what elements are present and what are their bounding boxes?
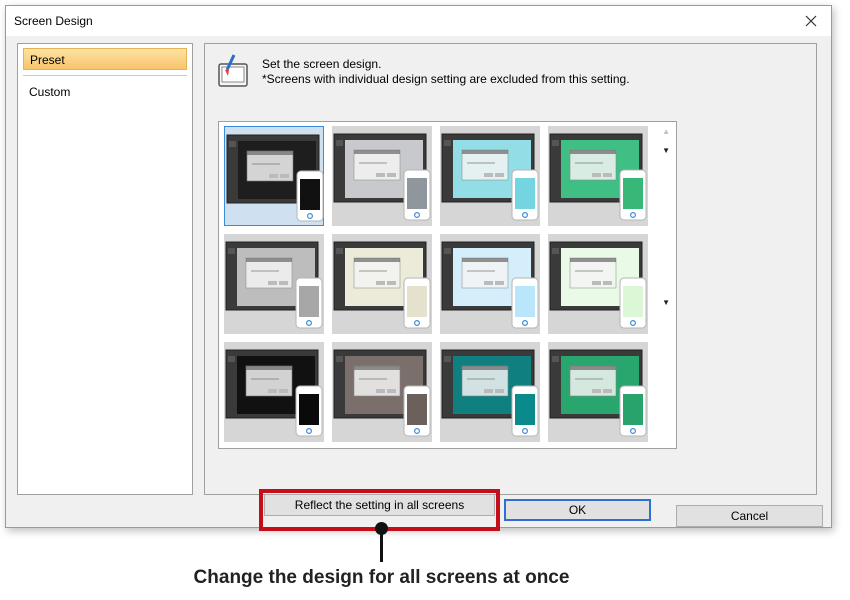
callout-line [380,531,383,562]
screen-design-icon [218,54,248,87]
window-title: Screen Design [14,14,93,28]
scroll-down-arrow-icon[interactable]: ▼ [662,146,670,155]
scroll-drag-handle-icon[interactable]: ▼ [662,298,670,307]
ok-button[interactable]: OK [504,499,651,521]
nav-item-label: Custom [29,85,71,99]
preset-thumbnail[interactable] [548,126,648,226]
annotation-caption: Change the design for all screens at onc… [193,567,570,588]
scroll-up-arrow-icon[interactable]: ▲ [662,127,670,136]
nav-item-preset[interactable]: Preset [23,48,187,70]
preset-thumbnail[interactable] [332,126,432,226]
preset-thumbnail[interactable] [224,126,324,226]
preset-preview-image [441,349,539,437]
nav-item-label: Preset [30,53,65,67]
preset-thumbnail[interactable] [440,234,540,334]
preset-thumbnail[interactable] [332,234,432,334]
preset-preview-image [549,133,647,221]
description-line-1: Set the screen design. [262,57,382,71]
close-icon [805,15,817,27]
preset-thumbnail[interactable] [224,234,324,334]
preset-preview-image [225,241,323,329]
nav-item-custom[interactable]: Custom [23,81,187,101]
nav-divider [23,75,187,76]
preset-preview-image [549,349,647,437]
preset-preview-image [333,133,431,221]
preset-thumbnail[interactable] [332,342,432,442]
preset-panel: Set the screen design. *Screens with ind… [204,43,817,495]
preset-thumbnail[interactable] [548,342,648,442]
preset-thumbnail[interactable] [440,126,540,226]
preset-preview-image [549,241,647,329]
preset-preview-image [441,133,539,221]
preset-thumbnail[interactable] [440,342,540,442]
preset-preview-image [225,349,323,437]
preset-preview-image [333,349,431,437]
title-bar: Screen Design [6,6,831,36]
preset-grid: ▲ ▼ ▼ [218,121,677,449]
cancel-button[interactable]: Cancel [676,505,823,527]
preset-preview-image [226,134,324,222]
description-line-2: *Screens with individual design setting … [262,72,630,86]
preset-thumbnail[interactable] [224,342,324,442]
preset-preview-image [441,241,539,329]
category-list: Preset Custom [17,43,193,495]
preset-thumbnail[interactable] [548,234,648,334]
screen-design-dialog: Screen Design Preset Custom Set the scre… [5,5,832,528]
preset-preview-image [333,241,431,329]
close-button[interactable] [791,6,831,36]
